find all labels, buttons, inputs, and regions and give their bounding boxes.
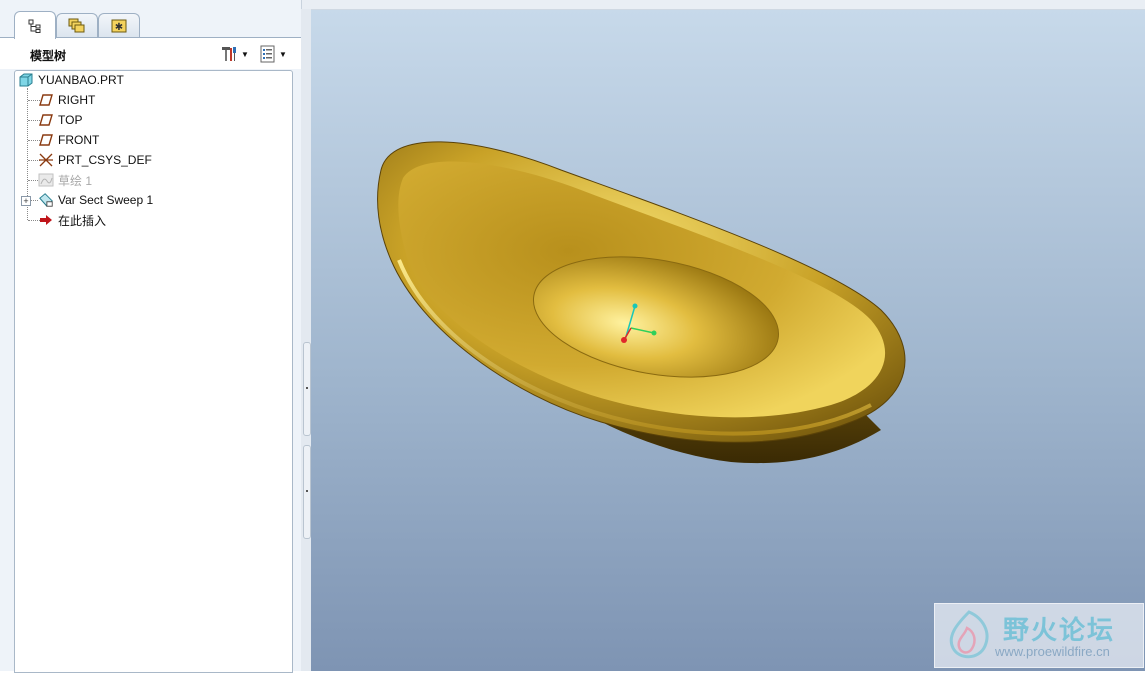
splitter-grip[interactable] xyxy=(303,445,311,539)
tab-layers[interactable] xyxy=(56,13,98,38)
datum-plane-icon xyxy=(38,132,54,148)
tree-item-label: RIGHT xyxy=(58,93,96,107)
sweep-feature-icon xyxy=(38,192,54,208)
settings-tools-icon xyxy=(222,47,236,61)
chevron-down-icon: ▼ xyxy=(279,49,287,59)
tree-item-sketch[interactable]: 草绘 1 xyxy=(38,171,92,189)
splitter-grip[interactable] xyxy=(303,342,311,436)
tree-root-part[interactable]: YUANBAO.PRT xyxy=(18,71,124,89)
panel-title: 模型树 xyxy=(30,49,67,63)
tree-item-label: Var Sect Sweep 1 xyxy=(58,193,154,207)
tree-item-insert-here[interactable]: 在此插入 xyxy=(38,211,106,229)
flame-logo-icon xyxy=(949,610,989,659)
coordinate-system-icon xyxy=(38,152,54,168)
tree-item-label: 在此插入 xyxy=(58,213,107,228)
tree-item-csys[interactable]: PRT_CSYS_DEF xyxy=(38,151,152,169)
watermark-title: 野火论坛 xyxy=(1003,616,1116,646)
forum-watermark: 野火论坛 www.proewildfire.cn xyxy=(934,603,1144,668)
navigator-tabs: ✱ xyxy=(0,9,301,39)
tree-settings-button[interactable]: ▼ xyxy=(220,43,254,65)
sketch-icon xyxy=(38,172,54,188)
tree-item-label: YUANBAO.PRT xyxy=(38,73,124,87)
tab-model-tree[interactable] xyxy=(14,11,56,39)
tree-show-button[interactable]: ▼ xyxy=(260,43,294,65)
favorites-icon: ✱ xyxy=(111,19,127,33)
show-list-icon xyxy=(260,45,275,63)
layers-icon xyxy=(68,18,85,33)
tab-favorites[interactable]: ✱ xyxy=(98,13,140,38)
watermark-url: www.proewildfire.cn xyxy=(995,644,1110,659)
tree-item-label: 草绘 1 xyxy=(58,173,93,188)
tree-item-label: FRONT xyxy=(58,133,100,147)
svg-text:✱: ✱ xyxy=(115,22,123,33)
insert-here-arrow-icon xyxy=(38,212,54,228)
yuanbao-model[interactable] xyxy=(311,10,1145,671)
tree-item-label: TOP xyxy=(58,113,83,127)
model-tree-icon xyxy=(28,19,41,33)
datum-plane-icon xyxy=(38,112,54,128)
tree-item-var-sect-sweep[interactable]: Var Sect Sweep 1 xyxy=(38,191,153,209)
part-icon xyxy=(18,72,34,88)
tree-item-front[interactable]: FRONT xyxy=(38,131,99,149)
expand-icon[interactable]: + xyxy=(21,196,31,206)
graphics-window[interactable] xyxy=(311,10,1145,671)
panel-splitter[interactable] xyxy=(301,9,311,671)
tree-item-right[interactable]: RIGHT xyxy=(38,91,95,109)
datum-plane-icon xyxy=(38,92,54,108)
tree-item-top[interactable]: TOP xyxy=(38,111,82,129)
tree-connector xyxy=(30,200,38,201)
tree-item-label: PRT_CSYS_DEF xyxy=(58,153,152,167)
chevron-down-icon: ▼ xyxy=(241,49,249,59)
model-tree-header: 模型树 ▼ ▼ xyxy=(0,37,301,69)
